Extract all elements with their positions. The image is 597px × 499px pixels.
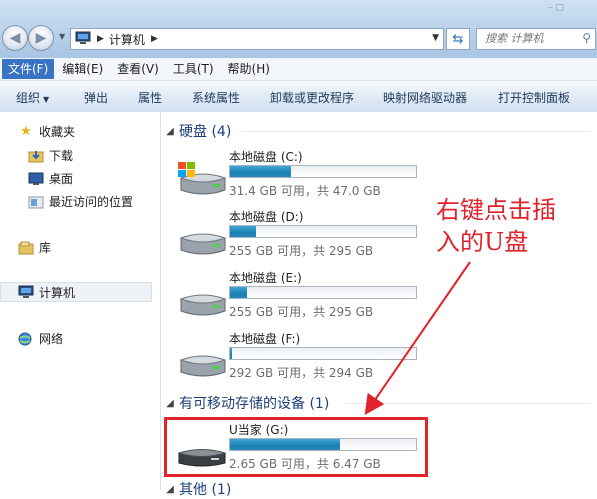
annotation-line: 右键点击插 <box>436 196 556 224</box>
annotation-line: 入的U盘 <box>436 228 529 256</box>
annotation-text: 右键点击插 入的U盘 <box>436 194 586 258</box>
